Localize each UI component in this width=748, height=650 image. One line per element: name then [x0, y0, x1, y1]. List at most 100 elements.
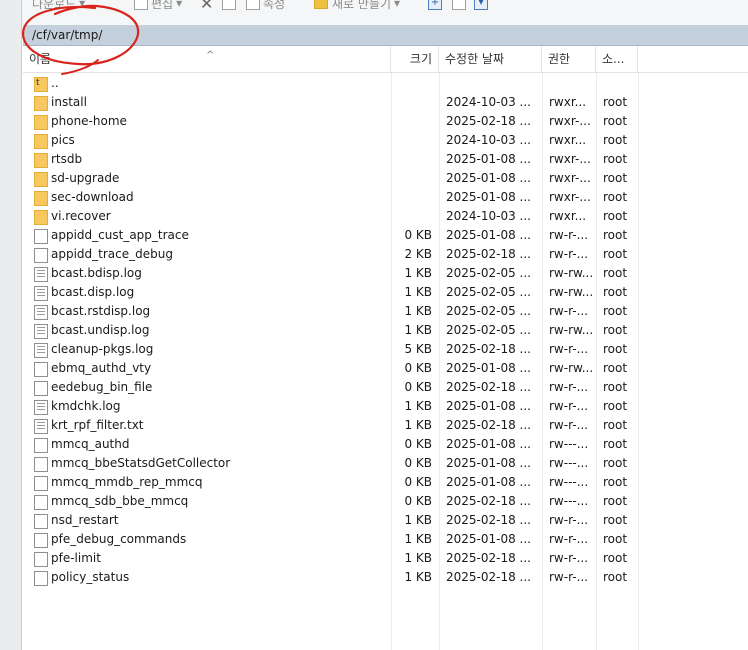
file-owner: root: [603, 475, 628, 489]
file-date: 2025-02-05 ...: [446, 285, 531, 299]
column-size[interactable]: 크기: [391, 46, 439, 73]
file-name: appidd_trace_debug: [51, 247, 173, 261]
file-date: 2024-10-03 ...: [446, 209, 531, 223]
file-icon: [34, 571, 48, 586]
file-row[interactable]: pfe-limit 1 KB 2025-02-18 ... rw-r-... root: [23, 549, 748, 568]
file-row[interactable]: krt_rpf_filter.txt 1 KB 2025-02-18 ... rw-r…: [23, 416, 748, 435]
file-size: 1 KB: [404, 513, 432, 527]
file-owner: root: [603, 361, 628, 375]
folder-row[interactable]: vi.recover 2024-10-03 ... rwxr... root: [23, 207, 748, 226]
file-date: 2025-01-08 ...: [446, 361, 531, 375]
file-row[interactable]: bcast.rstdisp.log 1 KB 2025-02-05 ... rw-r-…: [23, 302, 748, 321]
text-file-icon: [34, 343, 48, 358]
column-modified[interactable]: 수정한 날짜: [439, 46, 542, 73]
file-permissions: rwxr-...: [549, 114, 591, 128]
file-row[interactable]: ebmq_authd_vty 0 KB 2025-01-08 ... rw-rw...…: [23, 359, 748, 378]
left-panel-edge: [0, 0, 22, 650]
download-button[interactable]: 다운로드 ▾: [32, 0, 85, 12]
file-date: 2025-02-05 ...: [446, 323, 531, 337]
file-owner: root: [603, 551, 628, 565]
file-size: 0 KB: [404, 228, 432, 242]
folder-row[interactable]: sd-upgrade 2025-01-08 ... rwxr-... root: [23, 169, 748, 188]
file-name: cleanup-pkgs.log: [51, 342, 154, 356]
file-icon: [34, 514, 48, 529]
file-owner: root: [603, 114, 628, 128]
file-icon: [34, 381, 48, 396]
folder-row[interactable]: sec-download 2025-01-08 ... rwxr-... root: [23, 188, 748, 207]
file-row[interactable]: pfe_debug_commands 1 KB 2025-01-08 ... rw-r…: [23, 530, 748, 549]
file-permissions: rwxr-...: [549, 171, 591, 185]
folder-icon: [34, 115, 48, 130]
file-row[interactable]: bcast.bdisp.log 1 KB 2025-02-05 ... rw-rw..…: [23, 264, 748, 283]
file-size: 1 KB: [404, 285, 432, 299]
file-size: 1 KB: [404, 323, 432, 337]
new-button[interactable]: 새로 만들기 ▾: [314, 0, 400, 12]
file-row[interactable]: bcast.disp.log 1 KB 2025-02-05 ... rw-rw...…: [23, 283, 748, 302]
file-row[interactable]: mmcq_authd 0 KB 2025-01-08 ... rw---... root: [23, 435, 748, 454]
file-owner: root: [603, 513, 628, 527]
file-list[interactable]: 이름 ^ 크기 수정한 날짜 권한 소... t.. install 2024-10…: [23, 46, 748, 650]
file-name: eedebug_bin_file: [51, 380, 153, 394]
blank-button[interactable]: [452, 0, 469, 12]
file-permissions: rw-r-...: [549, 513, 589, 527]
file-size: 0 KB: [404, 475, 432, 489]
new-label: 새로 만들기: [332, 0, 392, 11]
file-owner: root: [603, 209, 628, 223]
file-name: kmdchk.log: [51, 399, 121, 413]
folder-icon: [34, 153, 48, 168]
file-icon: [34, 495, 48, 510]
file-name: bcast.undisp.log: [51, 323, 150, 337]
file-row[interactable]: nsd_restart 1 KB 2025-02-18 ... rw-r-... roo…: [23, 511, 748, 530]
file-row[interactable]: mmcq_bbeStatsdGetCollector 0 KB 2025-01-08…: [23, 454, 748, 473]
file-permissions: rwxr-...: [549, 152, 591, 166]
file-row[interactable]: appidd_trace_debug 2 KB 2025-02-18 ... rw-r…: [23, 245, 748, 264]
file-row[interactable]: eedebug_bin_file 0 KB 2025-02-18 ... rw-r-.…: [23, 378, 748, 397]
address-bar[interactable]: /cf/var/tmp/: [23, 25, 748, 46]
column-name[interactable]: 이름 ^: [23, 46, 391, 73]
folder-row[interactable]: pics 2024-10-03 ... rwxr... root: [23, 131, 748, 150]
file-row[interactable]: mmcq_sdb_bbe_mmcq 0 KB 2025-02-18 ... rw---…: [23, 492, 748, 511]
folder-icon: [34, 96, 48, 111]
file-name: mmcq_sdb_bbe_mmcq: [51, 494, 189, 508]
file-date: 2025-01-08 ...: [446, 475, 531, 489]
download-label: 다운로드: [32, 0, 77, 11]
column-permissions[interactable]: 권한: [542, 46, 596, 73]
column-owner[interactable]: 소...: [596, 46, 638, 73]
filter-icon: ▾: [474, 0, 488, 10]
edit-button[interactable]: 편집 ▾: [134, 0, 182, 12]
file-owner: root: [603, 342, 628, 356]
folder-row[interactable]: phone-home 2025-02-18 ... rwxr-... root: [23, 112, 748, 131]
file-date: 2024-10-03 ...: [446, 95, 531, 109]
file-row[interactable]: mmcq_mmdb_rep_mmcq 0 KB 2025-01-08 ... rw--…: [23, 473, 748, 492]
file-size: 0 KB: [404, 494, 432, 508]
folder-icon: [34, 191, 48, 206]
file-name: bcast.bdisp.log: [51, 266, 142, 280]
folder-icon: [34, 172, 48, 187]
file-date: 2025-01-08 ...: [446, 532, 531, 546]
properties-button[interactable]: 속성: [246, 0, 285, 12]
column-name-label: 이름: [29, 52, 52, 66]
file-owner: root: [603, 570, 628, 584]
rename-button[interactable]: [222, 0, 239, 12]
file-owner: root: [603, 266, 628, 280]
file-name: pfe_debug_commands: [51, 532, 187, 546]
file-owner: root: [603, 532, 628, 546]
file-row[interactable]: policy_status 1 KB 2025-02-18 ... rw-r-... r…: [23, 568, 748, 587]
file-row[interactable]: bcast.undisp.log 1 KB 2025-02-05 ... rw-rw.…: [23, 321, 748, 340]
folder-row[interactable]: rtsdb 2025-01-08 ... rwxr-... root: [23, 150, 748, 169]
file-row[interactable]: kmdchk.log 1 KB 2025-01-08 ... rw-r-... root: [23, 397, 748, 416]
file-row[interactable]: appidd_cust_app_trace 0 KB 2025-01-08 ... r…: [23, 226, 748, 245]
folder-row[interactable]: install 2024-10-03 ... rwxr... root: [23, 93, 748, 112]
add-button[interactable]: +: [428, 0, 442, 12]
file-row[interactable]: cleanup-pkgs.log 5 KB 2025-02-18 ... rw-r-.…: [23, 340, 748, 359]
filter-button[interactable]: ▾: [474, 0, 488, 12]
file-date: 2025-02-18 ...: [446, 494, 531, 508]
delete-button[interactable]: ✕: [200, 0, 213, 13]
file-permissions: rw-r-...: [549, 551, 589, 565]
file-permissions: rw-r-...: [549, 380, 589, 394]
file-date: 2025-02-18 ...: [446, 513, 531, 527]
file-name: sec-download: [51, 190, 134, 204]
file-date: 2025-02-18 ...: [446, 247, 531, 261]
folder-row[interactable]: t..: [23, 74, 748, 93]
parent-folder-icon: t: [34, 77, 48, 92]
